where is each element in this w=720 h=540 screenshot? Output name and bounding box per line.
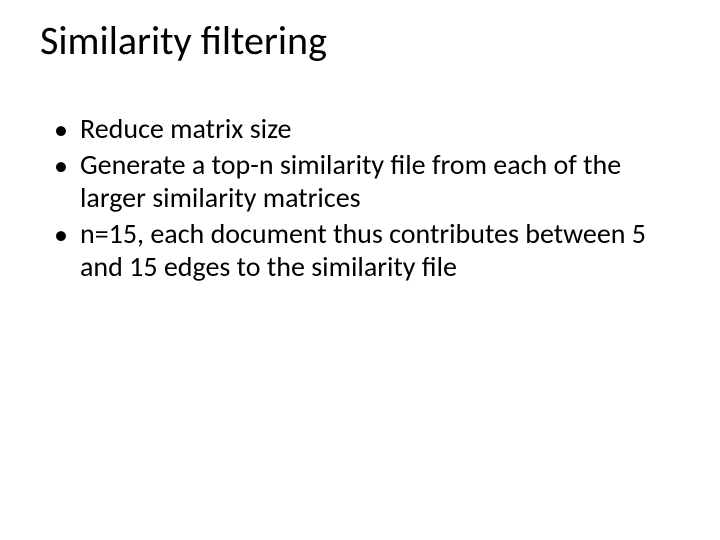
bullet-icon: • bbox=[54, 113, 68, 147]
slide: Similarity filtering • Reduce matrix siz… bbox=[0, 0, 720, 540]
list-item: • n=15, each document thus contributes b… bbox=[46, 217, 680, 284]
bullet-text: Generate a top-n similarity file from ea… bbox=[80, 147, 621, 216]
list-item: • Reduce matrix size bbox=[46, 112, 680, 146]
bullet-list: • Reduce matrix size • Generate a top-n … bbox=[40, 112, 680, 284]
bullet-icon: • bbox=[54, 149, 68, 183]
bullet-text: Reduce matrix size bbox=[80, 111, 291, 146]
list-item: • Generate a top-n similarity file from … bbox=[46, 148, 680, 215]
slide-title: Similarity filtering bbox=[40, 18, 680, 64]
bullet-text: n=15, each document thus contributes bet… bbox=[80, 216, 646, 285]
bullet-icon: • bbox=[54, 218, 68, 252]
